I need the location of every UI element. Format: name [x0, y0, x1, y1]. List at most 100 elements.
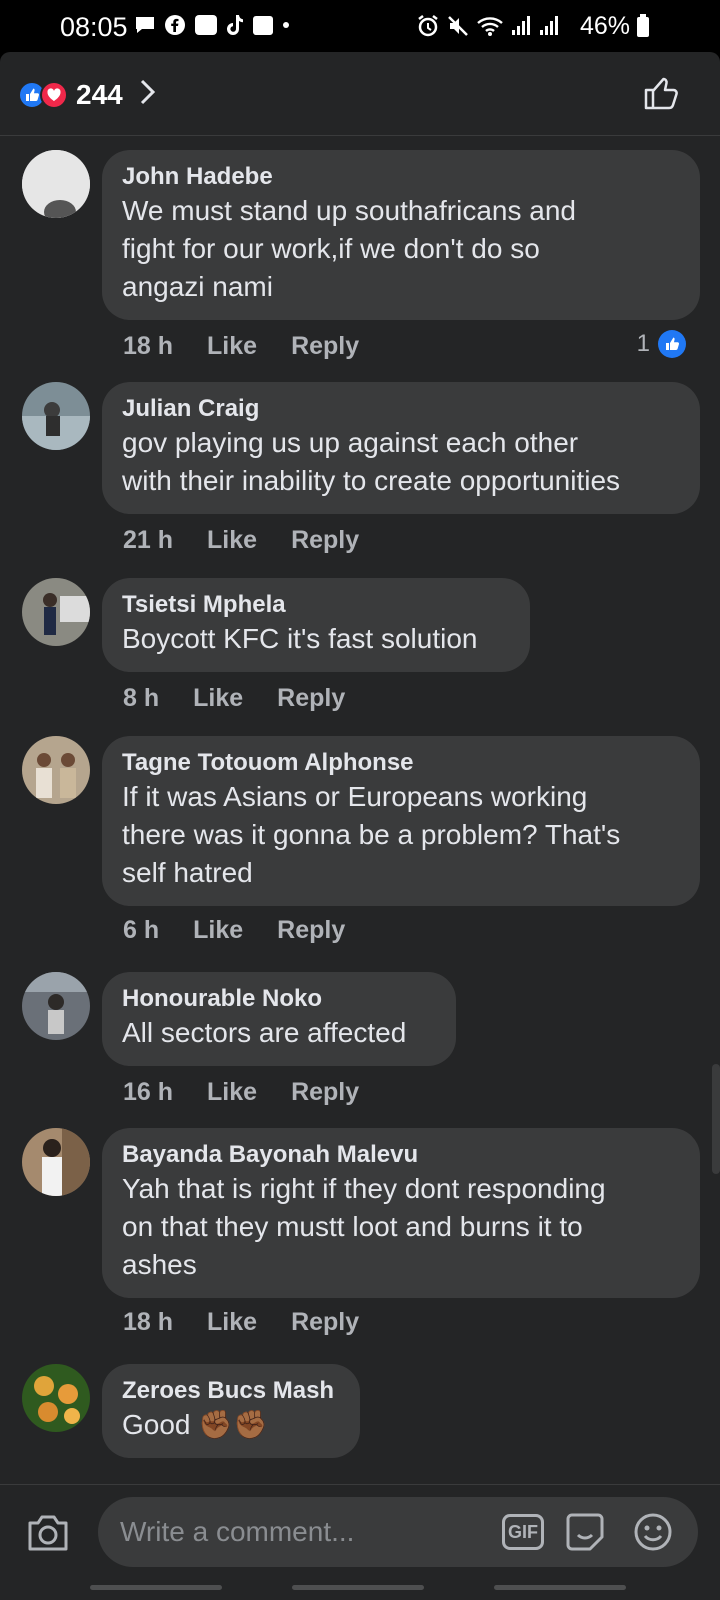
comment-author[interactable]: Zeroes Bucs Mash — [122, 1376, 338, 1406]
comment-text-word: Good — [122, 1409, 191, 1440]
comment-text: there was it gonna be a problem? That's — [122, 819, 621, 850]
comment-author[interactable]: Tagne Totouom Alphonse — [122, 748, 678, 778]
comment-actions: 21 h Like Reply — [123, 526, 393, 555]
like-button[interactable]: Like — [207, 1078, 257, 1107]
emoji-icon — [634, 1513, 672, 1551]
avatar[interactable] — [22, 1364, 90, 1432]
avatar[interactable] — [22, 150, 90, 218]
like-button[interactable]: Like — [207, 332, 257, 361]
comment-author[interactable]: John Hadebe — [122, 162, 678, 192]
reply-button[interactable]: Reply — [291, 332, 359, 361]
tiktok-icon — [226, 14, 244, 36]
avatar[interactable] — [22, 578, 90, 646]
like-button[interactable]: Like — [193, 916, 243, 945]
comment-composer: Write a comment... GIF — [0, 1484, 720, 1580]
emoji-button[interactable] — [632, 1511, 674, 1558]
comment-text: with their inability to create opportuni… — [122, 465, 621, 496]
comment-text: Yah that is right if they dont respondin… — [122, 1173, 606, 1204]
avatar[interactable] — [22, 736, 90, 804]
love-reaction-icon — [40, 80, 68, 109]
like-reaction-icon — [658, 330, 686, 358]
reply-button[interactable]: Reply — [291, 1308, 359, 1337]
ai-icon — [194, 14, 218, 36]
comment-bubble[interactable]: Julian Craig gov playing us up against e… — [102, 382, 700, 514]
comment-text: self hatred — [122, 857, 253, 888]
status-time: 08:05 — [60, 12, 128, 42]
dot-icon — [282, 21, 290, 29]
comment-input-placeholder: Write a comment... — [120, 1516, 355, 1547]
sticker-button[interactable] — [564, 1511, 606, 1558]
reply-button[interactable]: Reply — [291, 1078, 359, 1107]
nav-home[interactable] — [292, 1585, 424, 1590]
comment-reaction-count: 1 — [636, 330, 650, 357]
comment-text: fight for our work,if we don't do so — [122, 233, 540, 264]
comment-time: 8 h — [123, 684, 160, 712]
like-button[interactable]: Like — [193, 684, 243, 713]
comment-time: 18 h — [123, 332, 174, 360]
facebook-icon — [164, 14, 186, 36]
comment-bubble[interactable]: Honourable Noko All sectors are affected — [102, 972, 456, 1066]
comment-time: 18 h — [123, 1308, 174, 1336]
comment-author[interactable]: Honourable Noko — [122, 984, 434, 1014]
avatar[interactable] — [22, 382, 90, 450]
reply-button[interactable]: Reply — [277, 916, 345, 945]
sticker-icon — [566, 1513, 604, 1551]
signal-icon — [510, 15, 532, 37]
nav-recents[interactable] — [90, 1585, 222, 1590]
comment-time: 21 h — [123, 526, 174, 554]
status-bar: 08:05 46% — [0, 0, 720, 52]
comment-bubble[interactable]: John Hadebe We must stand up southafrica… — [102, 150, 700, 320]
comment-reactions[interactable]: 1 — [637, 330, 686, 358]
avatar[interactable] — [22, 1128, 90, 1196]
comment-text: on that they mustt loot and burns it to — [122, 1211, 583, 1242]
comment-author[interactable]: Bayanda Bayonah Malevu — [122, 1140, 678, 1170]
alarm-icon — [416, 14, 440, 38]
reply-button[interactable]: Reply — [277, 684, 345, 713]
comment-actions: 18 h Like Reply — [123, 332, 393, 361]
wifi-icon — [476, 15, 504, 37]
comment-actions: 8 h Like Reply — [123, 684, 379, 713]
avatar[interactable] — [22, 972, 90, 1040]
camera-button[interactable] — [26, 1513, 70, 1558]
reactions-header: 244 — [0, 52, 720, 136]
comment-text: gov playing us up against each other — [122, 427, 579, 458]
like-button[interactable]: Like — [207, 1308, 257, 1337]
gif-button[interactable]: GIF — [502, 1514, 544, 1550]
comment-author[interactable]: Julian Craig — [122, 394, 678, 424]
calendar-icon — [252, 14, 274, 36]
comment-text: Good ✊🏾✊🏾 — [122, 1406, 338, 1444]
comment-text: angazi nami — [122, 271, 273, 302]
notification-icons — [134, 14, 290, 36]
like-button[interactable]: Like — [207, 526, 257, 555]
battery-level: 46% — [579, 12, 630, 40]
signal-icon — [538, 15, 560, 37]
comment-time: 6 h — [123, 916, 160, 944]
comment-actions: 18 h Like Reply — [123, 1308, 393, 1337]
comment-bubble[interactable]: Tsietsi Mphela Boycott KFC it's fast sol… — [102, 578, 530, 672]
comment-author[interactable]: Tsietsi Mphela — [122, 590, 508, 620]
comment-text: All sectors are affected — [122, 1017, 407, 1048]
reactions-summary[interactable]: 244 — [18, 78, 157, 111]
camera-icon — [28, 1515, 68, 1551]
comment-bubble[interactable]: Bayanda Bayonah Malevu Yah that is right… — [102, 1128, 700, 1298]
like-post-button[interactable] — [642, 74, 680, 117]
comment-actions: 6 h Like Reply — [123, 916, 379, 945]
comment-bubble[interactable]: Zeroes Bucs Mash Good ✊🏾✊🏾 — [102, 1364, 360, 1458]
comment-bubble[interactable]: Tagne Totouom Alphonse If it was Asians … — [102, 736, 700, 906]
reply-button[interactable]: Reply — [291, 526, 359, 555]
comment-actions: 16 h Like Reply — [123, 1078, 393, 1107]
reaction-count: 244 — [76, 78, 123, 110]
battery-icon — [636, 14, 650, 38]
fist-emoji: ✊🏾✊🏾 — [198, 1409, 269, 1440]
comment-text: If it was Asians or Europeans working — [122, 781, 588, 812]
message-icon — [134, 15, 156, 35]
comment-text: We must stand up southafricans and — [122, 195, 576, 226]
scrollbar[interactable] — [712, 1064, 720, 1174]
chevron-right-icon[interactable] — [139, 78, 157, 111]
comment-time: 16 h — [123, 1078, 174, 1106]
system-nav-bar — [0, 1580, 720, 1600]
comment-input[interactable]: Write a comment... GIF — [98, 1497, 698, 1567]
nav-back[interactable] — [494, 1585, 626, 1590]
mute-icon — [446, 14, 470, 38]
thumbs-up-icon — [644, 77, 678, 110]
